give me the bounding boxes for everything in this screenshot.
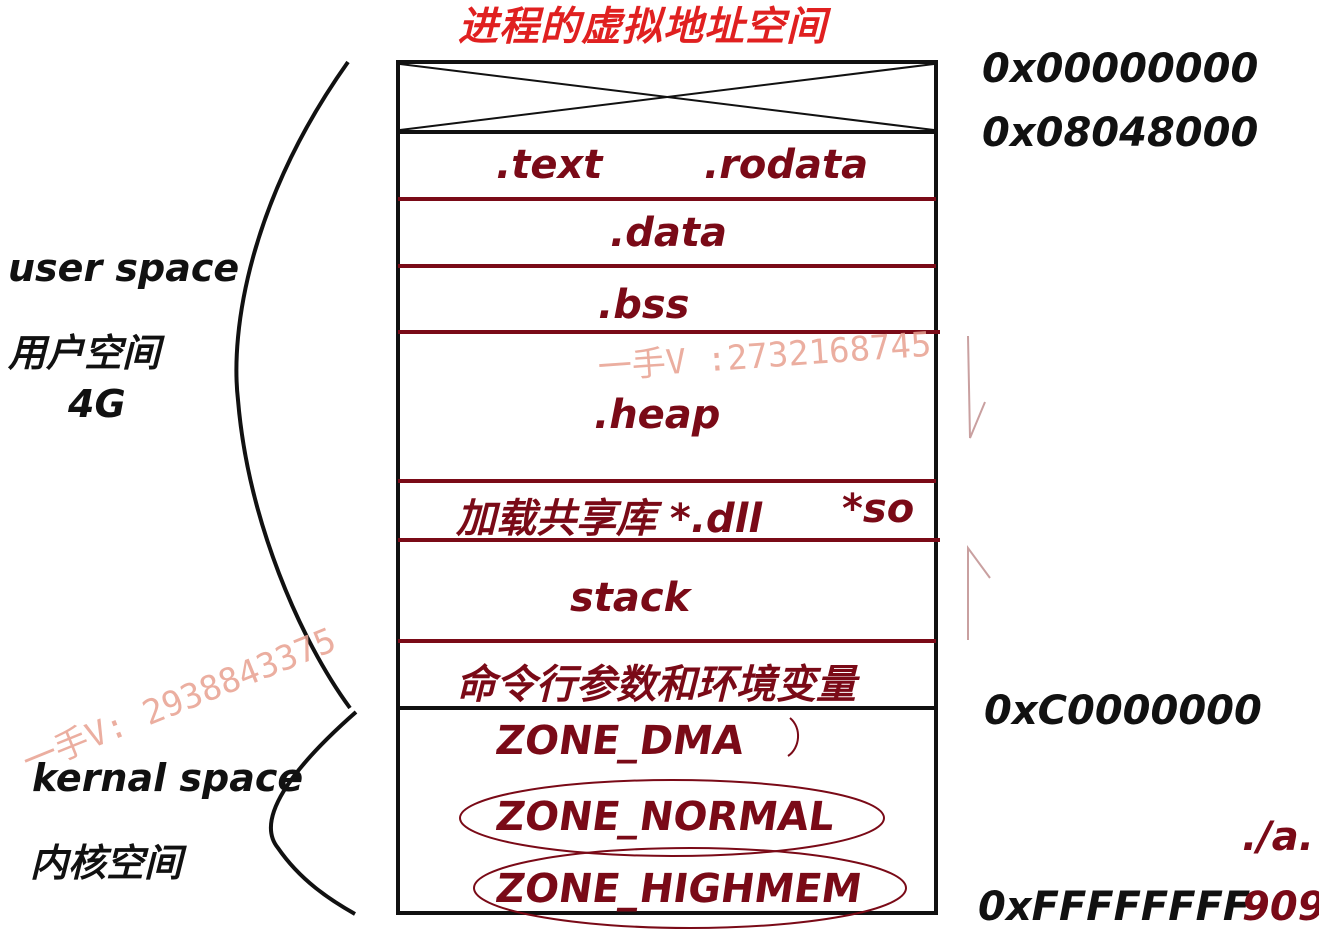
kernel-space-cn-label: 内核空间: [30, 841, 183, 885]
run-command: ./a.: [1242, 814, 1314, 860]
address-start: 0x00000000: [982, 46, 1259, 92]
zone-highmem: ZONE_HIGHMEM: [492, 866, 865, 912]
segment-stack: stack: [570, 575, 691, 621]
segment-args-env: 命令行参数和环境变量: [456, 662, 856, 708]
stack-growth-arrow: [967, 544, 991, 640]
address-kernel-start: 0xC0000000: [984, 688, 1262, 734]
segment-shared-libs: 加载共享库 *.dll: [456, 496, 763, 542]
address-end-suffix: 909: [1242, 884, 1319, 930]
address-end: 0xFFFFFFFF: [978, 884, 1251, 930]
zone-dma-mark: [787, 717, 799, 757]
diagram-title: 进程的虚拟地址空间: [458, 4, 827, 50]
segment-bss: .bss: [598, 282, 690, 328]
segment-data: .data: [610, 210, 727, 256]
user-space-size: 4G: [68, 382, 126, 426]
address-text-start: 0x08048000: [982, 110, 1259, 156]
user-space-brace: [234, 60, 352, 710]
user-space-cn-label: 用户空间: [8, 331, 161, 375]
user-space-label: user space: [8, 246, 240, 290]
zone-dma: ZONE_DMA: [492, 718, 748, 764]
zone-normal: ZONE_NORMAL: [492, 794, 838, 840]
segment-so: *so: [842, 486, 915, 532]
heap-growth-arrow: [967, 335, 986, 439]
segment-text: .text: [496, 142, 603, 188]
segment-rodata: .rodata: [704, 142, 869, 188]
segment-heap: .heap: [594, 392, 721, 438]
kernel-space-brace: [268, 710, 358, 916]
